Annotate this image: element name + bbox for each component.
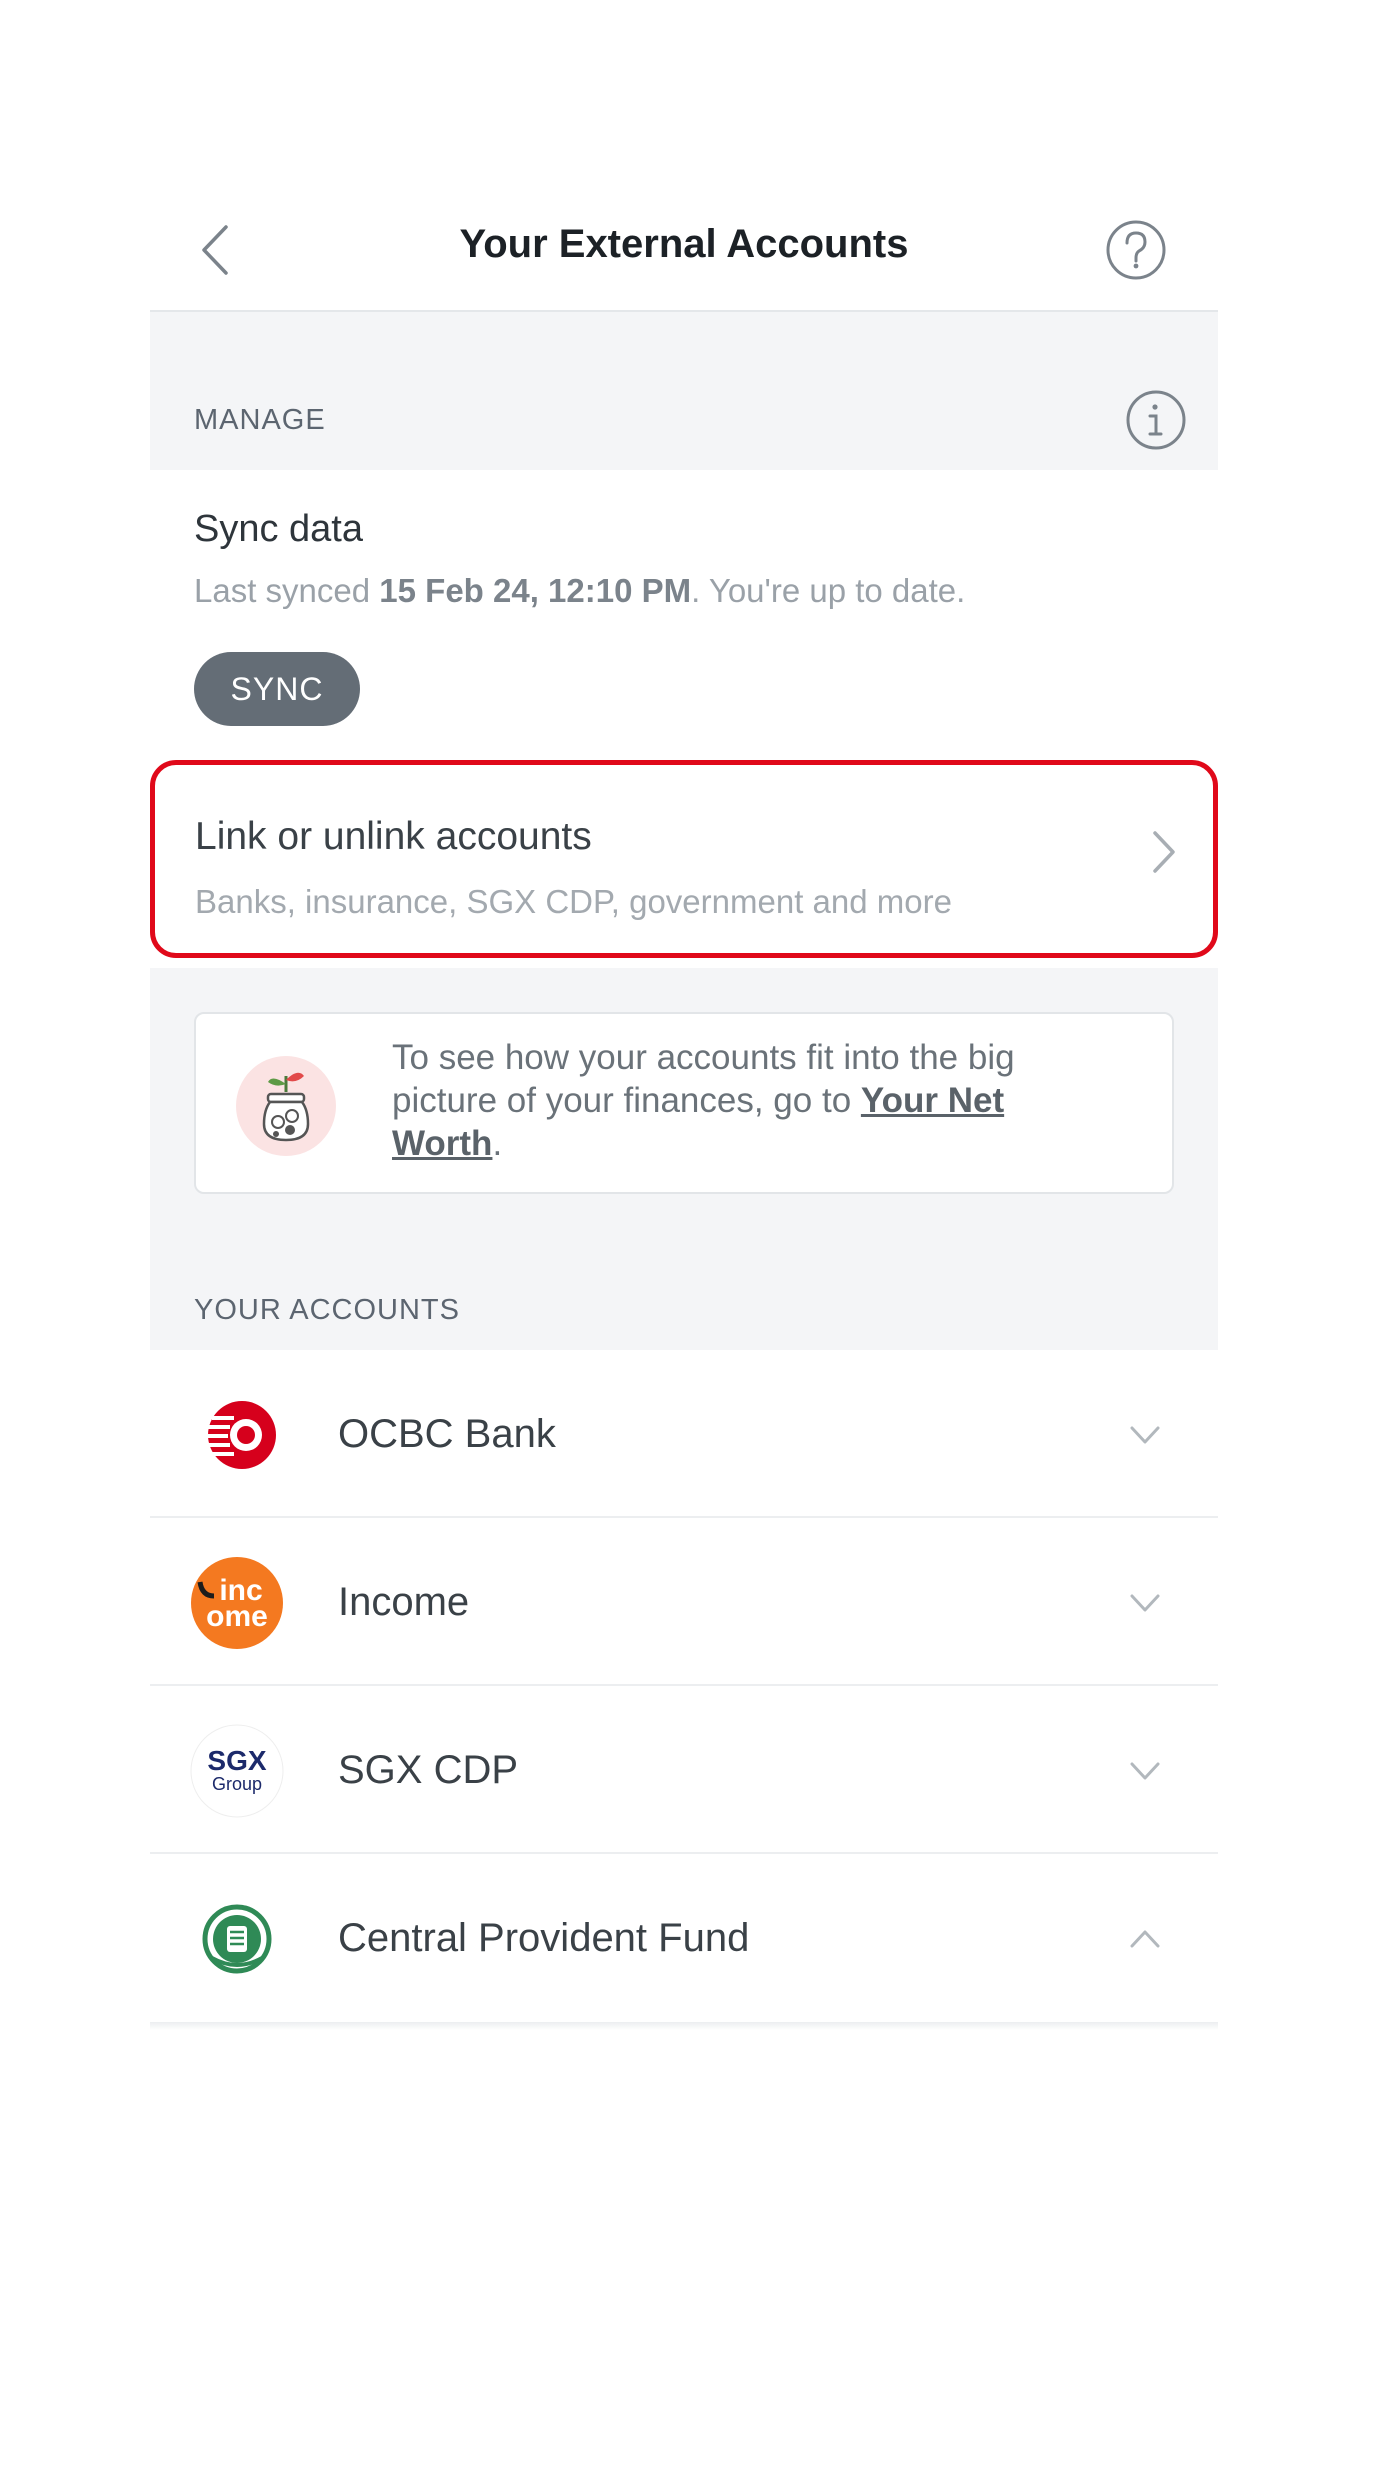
info-circle-icon <box>1126 390 1186 450</box>
chevron-down-icon <box>1130 1426 1160 1444</box>
account-name: Income <box>338 1580 470 1624</box>
account-name: OCBC Bank <box>338 1412 556 1456</box>
account-name: SGX CDP <box>338 1748 519 1792</box>
sync-data-panel: Sync data Last synced 15 Feb 24, 12:10 P… <box>150 470 1218 760</box>
external-accounts-screen: Your External Accounts MANAGE Sync data … <box>150 0 1218 2475</box>
link-accounts-subtitle: Banks, insurance, SGX CDP, government an… <box>195 883 952 920</box>
cpf-logo-icon <box>191 1893 283 1985</box>
help-button[interactable] <box>1104 218 1168 282</box>
account-row-cpf[interactable]: Central Provident Fund <box>150 1854 1218 2022</box>
chevron-right-icon <box>1153 831 1175 873</box>
account-row-income[interactable]: inc ome Income <box>150 1518 1218 1686</box>
last-synced-suffix: . You're up to date. <box>691 572 966 609</box>
last-synced-text: Last synced 15 Feb 24, 12:10 PM. You're … <box>194 572 965 610</box>
link-unlink-accounts-row[interactable]: Link or unlink accounts Banks, insurance… <box>150 760 1218 958</box>
income-logo-text-bottom: ome <box>206 1600 268 1633</box>
last-synced-time: 15 Feb 24, 12:10 PM <box>379 572 692 609</box>
top-bar: Your External Accounts <box>150 190 1218 312</box>
money-jar-plant-icon <box>236 1056 336 1156</box>
income-logo-icon: inc ome <box>191 1557 283 1649</box>
ocbc-logo-icon <box>191 1389 283 1481</box>
sgx-logo-text-bottom: Group <box>212 1774 262 1794</box>
chevron-up-icon <box>1130 1930 1160 1948</box>
net-worth-card: To see how your accounts fit into the bi… <box>194 1012 1174 1194</box>
sync-title: Sync data <box>194 508 363 550</box>
page-title: Your External Accounts <box>459 222 909 266</box>
net-worth-section: To see how your accounts fit into the bi… <box>150 968 1218 1350</box>
link-accounts-title: Link or unlink accounts <box>195 815 592 858</box>
account-row-sgx[interactable]: SGX Group SGX CDP <box>150 1686 1218 1854</box>
manage-section-header: MANAGE <box>150 312 1218 470</box>
your-accounts-label: YOUR ACCOUNTS <box>194 1294 460 1326</box>
net-worth-text-suffix: . <box>492 1124 503 1163</box>
chevron-down-icon <box>1130 1762 1160 1780</box>
account-name: Central Provident Fund <box>338 1916 750 1960</box>
net-worth-message: To see how your accounts fit into the bi… <box>392 1036 1112 1165</box>
manage-label: MANAGE <box>194 404 326 436</box>
sgx-logo-text-top: SGX <box>207 1745 266 1776</box>
last-synced-prefix: Last synced <box>194 572 380 609</box>
chevron-down-icon <box>1130 1594 1160 1612</box>
question-circle-icon <box>1106 220 1166 280</box>
info-button[interactable] <box>1124 388 1188 452</box>
sgx-logo-icon: SGX Group <box>190 1724 284 1818</box>
account-row-ocbc[interactable]: OCBC Bank <box>150 1350 1218 1518</box>
sync-button[interactable]: SYNC <box>194 652 360 726</box>
list-bottom-shadow <box>150 2022 1218 2030</box>
